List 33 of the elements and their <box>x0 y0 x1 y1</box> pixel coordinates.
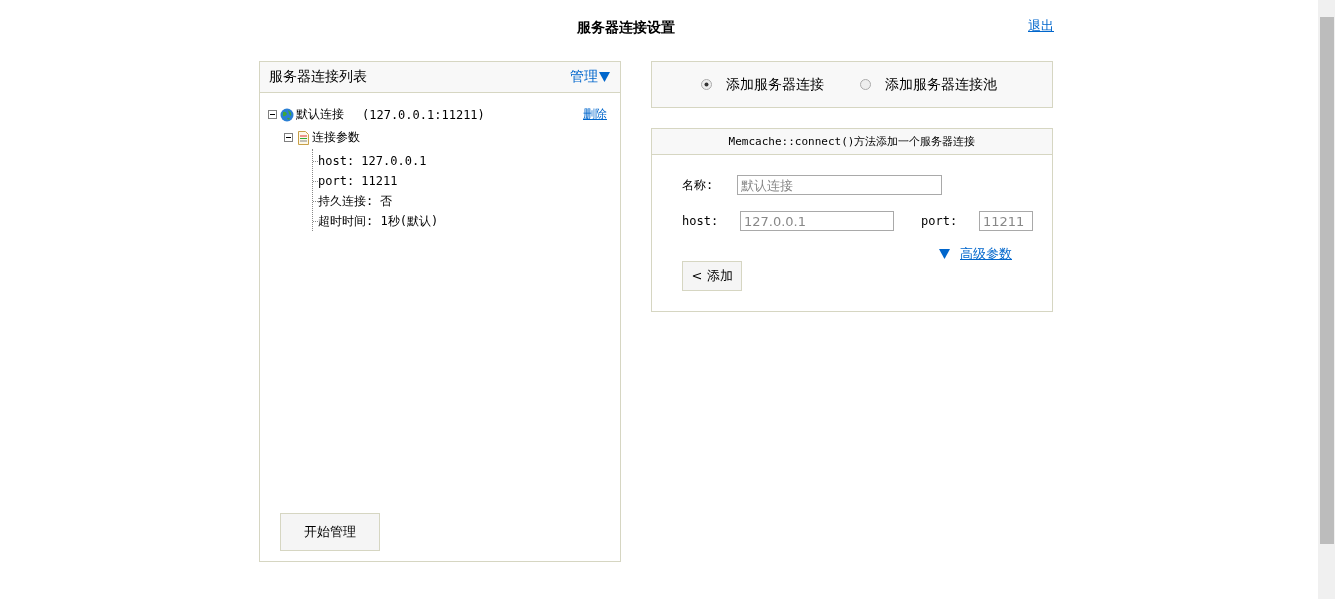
parameter-text: port: 11211 <box>318 174 398 188</box>
name-field[interactable]: 默认连接 <box>737 175 942 195</box>
expand-triangle-icon[interactable] <box>939 249 950 259</box>
collapse-icon[interactable] <box>284 133 293 142</box>
document-icon <box>296 130 310 145</box>
form-title: Memcache::connect()方法添加一个服务器连接 <box>728 134 976 149</box>
start-manage-button[interactable]: 开始管理 <box>280 513 380 551</box>
tree-node-label[interactable]: 连接参数 <box>312 129 360 146</box>
logout-link[interactable]: 退出 <box>1028 16 1054 35</box>
port-label: port: <box>921 214 959 228</box>
scrollbar[interactable] <box>1318 0 1335 599</box>
radio-button[interactable] <box>701 79 712 90</box>
collapse-icon[interactable] <box>268 110 277 119</box>
host-field[interactable]: 127.0.0.1 <box>740 211 894 231</box>
parameter-text: 超时时间: 1秒(默认) <box>318 212 439 230</box>
radio-label[interactable]: 添加服务器连接 <box>726 75 824 94</box>
delete-link[interactable]: 删除 <box>583 106 607 123</box>
host-label: host: <box>682 214 720 228</box>
dropdown-icon <box>599 72 610 82</box>
radio-button[interactable] <box>860 79 871 90</box>
globe-icon <box>280 107 294 122</box>
add-button[interactable]: < 添加 <box>682 261 742 291</box>
tree-node-label[interactable]: 默认连接 <box>296 106 344 123</box>
parameter-text: host: 127.0.0.1 <box>318 154 427 168</box>
port-field[interactable]: 11211 <box>979 211 1033 231</box>
page-title: 服务器连接设置 <box>577 18 675 37</box>
radio-label[interactable]: 添加服务器连接池 <box>885 75 997 94</box>
manage-menu[interactable]: 管理 <box>570 68 610 86</box>
parameter-text: 持久连接: 否 <box>318 192 393 210</box>
address-text: (127.0.0.1:11211) <box>362 107 485 122</box>
panel-title: 服务器连接列表 <box>269 68 367 86</box>
advanced-options-link[interactable]: 高级参数 <box>960 245 1012 263</box>
name-label: 名称: <box>682 176 715 194</box>
